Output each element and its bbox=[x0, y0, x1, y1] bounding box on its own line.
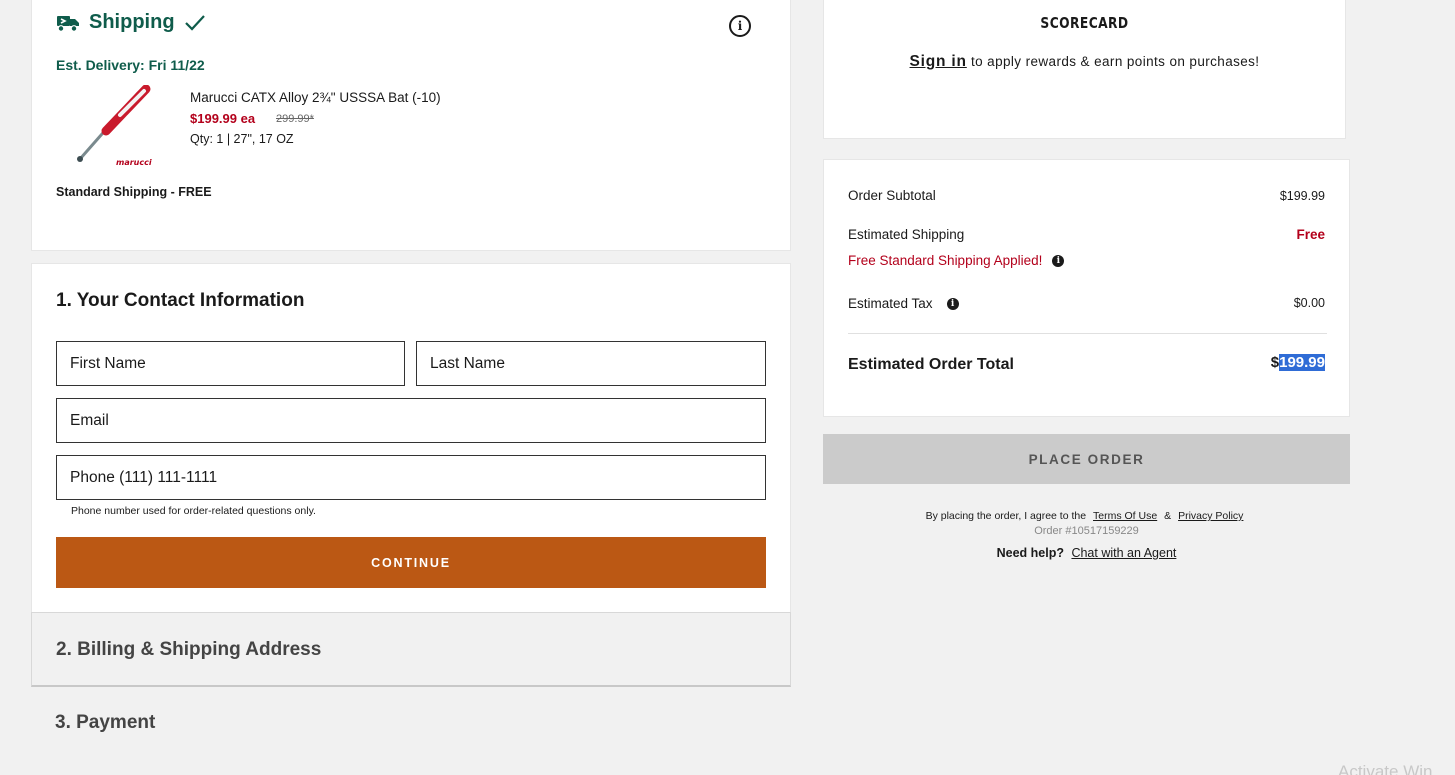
shipping-card: Shipping i Est. Delivery: Fri 11/22 maru… bbox=[31, 0, 791, 251]
terms-line: By placing the order, I agree to the Ter… bbox=[823, 510, 1350, 522]
terms-and: & bbox=[1164, 510, 1172, 522]
os-watermark: Activate Win bbox=[1338, 762, 1433, 775]
product-qty: Qty: 1 | 27", 17 OZ bbox=[190, 132, 294, 146]
product-price: $199.99 ea bbox=[190, 111, 256, 126]
shipping-label: Estimated Shipping bbox=[848, 227, 965, 242]
subtotal-value: $199.99 bbox=[1279, 189, 1325, 203]
scorecard-text: Sign in to apply rewards & earn points o… bbox=[824, 51, 1345, 72]
shipping-method: Standard Shipping - FREE bbox=[56, 185, 212, 199]
sign-in-link[interactable]: Sign in bbox=[910, 53, 967, 70]
chat-agent-link[interactable]: Chat with an Agent bbox=[1071, 546, 1176, 560]
order-number: Order #10517159229 bbox=[1034, 525, 1139, 537]
shipping-header: Shipping bbox=[56, 11, 206, 34]
total-value: $199.99 bbox=[1271, 354, 1325, 371]
info-icon[interactable]: i bbox=[946, 297, 959, 310]
checkmark-icon bbox=[184, 14, 206, 32]
phone-input[interactable] bbox=[56, 455, 766, 500]
contact-info-card: 1. Your Contact Information Phone number… bbox=[31, 263, 791, 613]
total-amount-selected: 199.99 bbox=[1279, 354, 1325, 371]
product-name: Marucci CATX Alloy 2¾" USSSA Bat (-10) bbox=[190, 90, 441, 105]
continue-button[interactable]: CONTINUE bbox=[56, 537, 766, 588]
first-name-input[interactable] bbox=[56, 341, 405, 386]
billing-section-title: 2. Billing & Shipping Address bbox=[56, 639, 322, 660]
estimated-delivery: Est. Delivery: Fri 11/22 bbox=[56, 57, 205, 73]
place-order-button[interactable]: PLACE ORDER bbox=[823, 434, 1350, 484]
scorecard-card: SCORECARD Sign in to apply rewards & ear… bbox=[823, 0, 1346, 139]
tax-label: Estimated Tax bbox=[848, 296, 933, 311]
help-line: Need help? Chat with an Agent bbox=[823, 546, 1350, 560]
summary-divider bbox=[848, 333, 1327, 334]
billing-shipping-section[interactable]: 2. Billing & Shipping Address bbox=[31, 612, 791, 687]
tax-row: Estimated Tax i bbox=[848, 296, 959, 311]
contact-section-title: 1. Your Contact Information bbox=[56, 290, 305, 311]
product-original-price: 299.99* bbox=[276, 113, 314, 125]
truck-icon bbox=[56, 13, 80, 33]
terms-of-use-link[interactable]: Terms Of Use bbox=[1093, 510, 1157, 522]
product-brand-text: marucci bbox=[116, 158, 152, 167]
help-prefix: Need help? bbox=[996, 546, 1064, 560]
shipping-title: Shipping bbox=[89, 11, 175, 33]
scorecard-message: to apply rewards & earn points on purcha… bbox=[970, 54, 1260, 69]
total-label: Estimated Order Total bbox=[848, 356, 1014, 373]
email-input[interactable] bbox=[56, 398, 766, 443]
phone-note: Phone number used for order-related ques… bbox=[71, 505, 316, 517]
shipping-value: Free bbox=[1296, 227, 1325, 242]
info-icon[interactable]: i bbox=[729, 15, 751, 37]
order-summary-card: Order Subtotal $199.99 Estimated Shippin… bbox=[823, 159, 1350, 417]
info-icon[interactable]: i bbox=[1052, 254, 1065, 267]
tax-value: $0.00 bbox=[1293, 296, 1325, 310]
total-currency: $ bbox=[1270, 354, 1280, 371]
payment-section-title[interactable]: 3. Payment bbox=[55, 712, 155, 734]
free-shipping-applied-text: Free Standard Shipping Applied! bbox=[848, 253, 1043, 268]
terms-prefix: By placing the order, I agree to the bbox=[925, 510, 1087, 522]
subtotal-label: Order Subtotal bbox=[848, 188, 936, 203]
privacy-policy-link[interactable]: Privacy Policy bbox=[1178, 510, 1243, 522]
scorecard-logo: SCORECARD bbox=[1040, 14, 1129, 32]
product-image[interactable]: marucci bbox=[76, 84, 156, 167]
free-shipping-applied: Free Standard Shipping Applied! i bbox=[848, 253, 1065, 268]
last-name-input[interactable] bbox=[416, 341, 766, 386]
